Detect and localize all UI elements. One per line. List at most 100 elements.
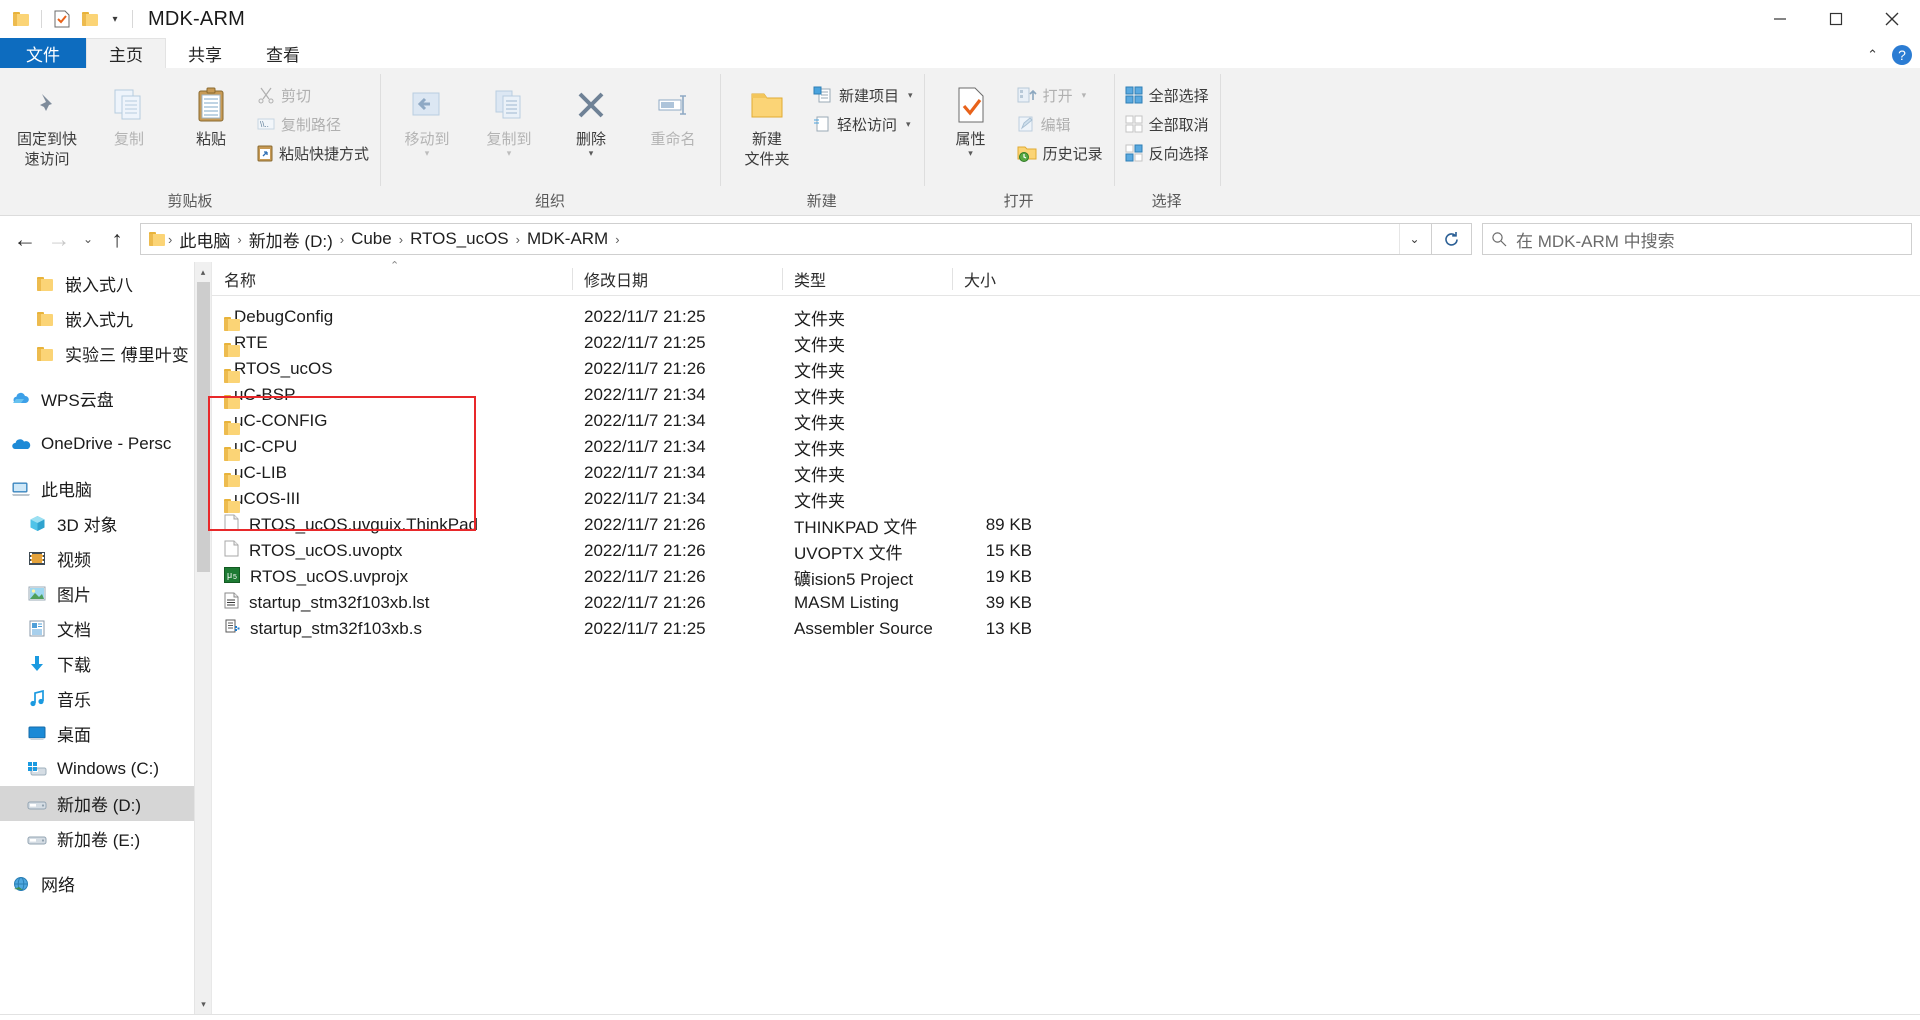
breadcrumb-item-this-pc[interactable]: 此电脑 (173, 227, 236, 252)
tab-file[interactable]: 文件 (0, 38, 86, 68)
ribbon-group-select: 全部选择 全部取消 反向选择 选择 (1113, 68, 1220, 216)
sidebar-item-3d-objects[interactable]: 3D 对象 (0, 506, 211, 541)
select-all-button[interactable]: 全部选择 (1120, 82, 1214, 108)
easy-access-button[interactable]: 轻松访问 ▾ (808, 111, 918, 137)
table-row[interactable]: μ5 RTOS_ucOS.uvprojx 2022/11/7 21:26 礦is… (212, 564, 1920, 590)
scroll-up-icon[interactable]: ▴ (195, 262, 211, 282)
sidebar-item-wps-cloud[interactable]: WPS云盘 (0, 381, 211, 416)
sidebar-item-music[interactable]: 音乐 (0, 681, 211, 716)
properties-icon[interactable] (49, 6, 75, 32)
sidebar-item-pictures[interactable]: 图片 (0, 576, 211, 611)
table-row[interactable]: RTOS_ucOS.uvoptx 2022/11/7 21:26 UVOPTX … (212, 538, 1920, 564)
table-row[interactable]: RTOS_ucOS.uvguix.ThinkPad 2022/11/7 21:2… (212, 512, 1920, 538)
search-box[interactable]: 在 MDK-ARM 中搜索 (1482, 223, 1912, 255)
table-row[interactable]: DebugConfig 2022/11/7 21:25 文件夹 (212, 304, 1920, 331)
tab-home[interactable]: 主页 (86, 38, 166, 68)
chevron-down-icon[interactable]: ▾ (908, 90, 913, 101)
breadcrumb-item-drive-d[interactable]: 新加卷 (D:) (243, 227, 339, 252)
address-dropdown-button[interactable]: ⌄ (1399, 224, 1429, 254)
delete-button[interactable]: 删除 ▾ (550, 76, 632, 163)
sidebar-item-experiment-3[interactable]: 实验三 傅里叶变 (0, 336, 211, 371)
chevron-down-icon[interactable]: ▾ (105, 14, 125, 25)
sidebar-item-documents[interactable]: 文档 (0, 611, 211, 646)
breadcrumb-item-mdk-arm[interactable]: MDK-ARM (521, 229, 614, 249)
chevron-down-icon[interactable]: ▾ (1082, 90, 1087, 101)
back-button[interactable]: ← (8, 222, 42, 256)
sidebar-item-drive-d[interactable]: 新加卷 (D:) (0, 786, 211, 821)
table-row[interactable]: uC-LIB 2022/11/7 21:34 文件夹 (212, 460, 1920, 487)
sidebar-item-embedded-8[interactable]: 嵌入式八 (0, 266, 211, 301)
sidebar-item-windows-c[interactable]: Windows (C:) (0, 751, 211, 786)
maximize-button[interactable] (1808, 0, 1864, 38)
table-row[interactable]: startup_stm32f103xb.s 2022/11/7 21:25 As… (212, 616, 1920, 642)
table-row[interactable]: uC-BSP 2022/11/7 21:34 文件夹 (212, 382, 1920, 409)
sort-ascending-icon: ⌃ (390, 259, 400, 272)
collapse-ribbon-icon[interactable]: ⌃ (1867, 47, 1878, 63)
table-row[interactable]: uCOS-III 2022/11/7 21:34 文件夹 (212, 486, 1920, 513)
tab-share[interactable]: 共享 (166, 38, 244, 68)
sidebar-item-label: 实验三 傅里叶变 (65, 346, 189, 365)
recent-locations-button[interactable]: ⌄ (76, 222, 100, 256)
chevron-down-icon[interactable]: ▾ (425, 148, 430, 159)
paste-button[interactable]: 粘贴 (170, 76, 252, 154)
table-row[interactable]: RTOS_ucOS 2022/11/7 21:26 文件夹 (212, 356, 1920, 383)
column-header-name[interactable]: 名称 ⌃ (212, 259, 572, 296)
new-item-button[interactable]: 新建项目 ▾ (808, 82, 918, 108)
table-row[interactable]: RTE 2022/11/7 21:25 文件夹 (212, 330, 1920, 357)
pin-to-quick-access-button[interactable]: 固定到快 速访问 (6, 76, 88, 174)
open-button[interactable]: 打开 ▾ (1012, 82, 1108, 108)
clipboard-small-buttons: 剪切 \\.. 复制路径 粘贴快捷方式 (252, 76, 374, 166)
close-button[interactable] (1864, 0, 1920, 38)
paste-shortcut-button[interactable]: 粘贴快捷方式 (252, 140, 374, 166)
breadcrumb-item-cube[interactable]: Cube (345, 229, 398, 249)
sidebar-item-network[interactable]: 网络 (0, 866, 211, 901)
breadcrumb-bar[interactable]: › 此电脑 › 新加卷 (D:) › Cube › RTOS_ucOS › MD… (140, 223, 1432, 255)
copy-button[interactable]: 复制 (88, 76, 170, 154)
sidebar-item-embedded-9[interactable]: 嵌入式九 (0, 301, 211, 336)
sidebar-item-drive-e[interactable]: 新加卷 (E:) (0, 821, 211, 856)
move-to-button[interactable]: 移动到 ▾ (386, 76, 468, 163)
breadcrumb-separator[interactable]: › (614, 232, 620, 247)
search-input[interactable]: 在 MDK-ARM 中搜索 (1516, 227, 1675, 252)
new-folder-button[interactable]: 新建 文件夹 (726, 76, 808, 174)
column-header-date[interactable]: 修改日期 (572, 262, 782, 296)
column-header-size[interactable]: 大小 (952, 262, 1062, 296)
help-icon[interactable]: ? (1892, 45, 1912, 65)
breadcrumb-item-rtos-ucos[interactable]: RTOS_ucOS (404, 229, 515, 249)
properties-icon (955, 80, 987, 130)
copy-path-button[interactable]: \\.. 复制路径 (252, 111, 374, 137)
table-row[interactable]: uC-CONFIG 2022/11/7 21:34 文件夹 (212, 408, 1920, 435)
properties-button[interactable]: 属性 ▾ (930, 76, 1012, 163)
sidebar-item-this-pc[interactable]: 此电脑 (0, 471, 211, 506)
chevron-down-icon[interactable]: ▾ (507, 148, 512, 159)
sidebar-item-videos[interactable]: 视频 (0, 541, 211, 576)
sidebar-item-desktop[interactable]: 桌面 (0, 716, 211, 751)
table-row[interactable]: uC-CPU 2022/11/7 21:34 文件夹 (212, 434, 1920, 461)
forward-button[interactable]: → (42, 222, 76, 256)
file-size (952, 382, 1062, 408)
copy-to-button[interactable]: 复制到 ▾ (468, 76, 550, 163)
chevron-down-icon[interactable]: ▾ (906, 119, 911, 130)
refresh-button[interactable] (1432, 223, 1472, 255)
generic-file-icon (224, 514, 239, 536)
sidebar-item-onedrive[interactable]: OneDrive - Persc (0, 426, 211, 461)
sidebar-scrollbar[interactable]: ▴ ▾ (194, 262, 211, 1014)
new-folder-icon[interactable] (77, 6, 103, 32)
ribbon-group-clipboard: 固定到快 速访问 复制 粘贴 剪切 \\.. 复制路径 粘贴快捷方式 剪贴板 (0, 68, 380, 216)
sidebar-item-downloads[interactable]: 下载 (0, 646, 211, 681)
chevron-down-icon[interactable]: ▾ (589, 148, 594, 159)
history-button[interactable]: 历史记录 (1012, 140, 1108, 166)
scrollbar-thumb[interactable] (197, 282, 210, 572)
scroll-down-icon[interactable]: ▾ (195, 994, 211, 1014)
chevron-down-icon[interactable]: ▾ (968, 148, 973, 159)
invert-selection-button[interactable]: 反向选择 (1120, 140, 1214, 166)
up-button[interactable]: ↑ (100, 222, 134, 256)
cut-button[interactable]: 剪切 (252, 82, 374, 108)
tab-view[interactable]: 查看 (244, 38, 322, 68)
minimize-button[interactable] (1752, 0, 1808, 38)
table-row[interactable]: startup_stm32f103xb.lst 2022/11/7 21:26 … (212, 590, 1920, 616)
column-header-type[interactable]: 类型 (782, 262, 952, 296)
select-none-button[interactable]: 全部取消 (1120, 111, 1214, 137)
rename-button[interactable]: 重命名 (632, 76, 714, 154)
edit-button[interactable]: 编辑 (1012, 111, 1108, 137)
